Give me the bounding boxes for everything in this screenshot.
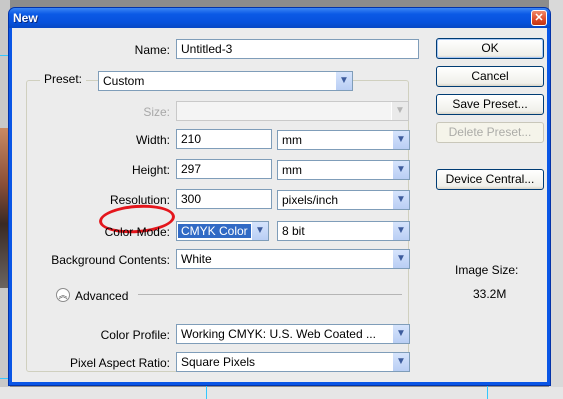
chevron-down-icon: ▼ — [392, 353, 409, 371]
close-button[interactable]: ✕ — [531, 10, 547, 26]
height-unit-value: mm — [282, 163, 302, 177]
width-unit-select[interactable]: mm ▼ — [277, 130, 410, 150]
color-mode-select[interactable]: CMYK Color ▼ — [176, 221, 269, 241]
width-unit-value: mm — [282, 133, 302, 147]
preset-label: Preset: — [40, 72, 87, 86]
bit-depth-value: 8 bit — [282, 224, 305, 238]
resolution-unit-select[interactable]: pixels/inch ▼ — [277, 190, 410, 210]
color-mode-label: Color Mode: — [104, 225, 170, 239]
size-label: Size: — [143, 105, 170, 119]
chevron-down-icon: ▼ — [251, 222, 268, 240]
new-document-dialog: New ✕ Name: Untitled-3 Preset: Custom ▼ … — [9, 8, 550, 385]
preset-select[interactable]: Custom ▼ — [98, 71, 353, 91]
color-profile-label: Color Profile: — [100, 328, 170, 342]
color-profile-select[interactable]: Working CMYK: U.S. Web Coated ... ▼ — [176, 324, 410, 344]
dialog-titlebar[interactable]: New ✕ — [9, 8, 550, 28]
height-input[interactable]: 297 — [176, 159, 272, 179]
delete-preset-button: Delete Preset... — [436, 122, 544, 143]
background-contents-select[interactable]: White ▼ — [176, 249, 410, 269]
color-profile-value: Working CMYK: U.S. Web Coated ... — [181, 327, 376, 341]
width-input[interactable]: 210 — [176, 129, 272, 149]
chevron-down-icon: ▼ — [392, 250, 409, 268]
height-label: Height: — [131, 163, 170, 177]
cancel-button[interactable]: Cancel — [436, 66, 544, 87]
image-size-label: Image Size: — [455, 263, 519, 277]
resolution-unit-value: pixels/inch — [282, 193, 339, 207]
guide-line — [206, 385, 207, 399]
name-input[interactable]: Untitled-3 — [176, 39, 419, 59]
chevron-down-icon: ▼ — [392, 325, 409, 343]
background-contents-value: White — [181, 252, 212, 266]
advanced-divider — [138, 294, 402, 295]
chevron-down-icon: ▼ — [392, 222, 409, 240]
chevron-down-icon: ▼ — [392, 131, 409, 149]
dialog-body: Name: Untitled-3 Preset: Custom ▼ Size: … — [12, 28, 547, 382]
chevron-down-icon: ▼ — [392, 191, 409, 209]
bit-depth-select[interactable]: 8 bit ▼ — [277, 221, 410, 241]
double-chevron-up-icon[interactable]: ︽ — [56, 288, 70, 302]
chevron-down-icon: ▼ — [392, 161, 409, 179]
background-bottom-strip — [0, 387, 563, 399]
pixel-aspect-ratio-select[interactable]: Square Pixels ▼ — [176, 352, 410, 372]
save-preset-button[interactable]: Save Preset... — [436, 94, 544, 115]
ok-button[interactable]: OK — [436, 38, 544, 59]
background-right-strip — [549, 0, 563, 399]
pixel-aspect-ratio-value: Square Pixels — [181, 355, 256, 369]
background-contents-label: Background Contents: — [51, 253, 170, 267]
width-label: Width: — [135, 133, 170, 147]
size-select: ▼ — [176, 101, 409, 121]
color-mode-value: CMYK Color — [177, 223, 252, 239]
name-label: Name: — [134, 43, 170, 57]
chevron-down-icon: ▼ — [335, 72, 352, 90]
chevron-down-icon: ▼ — [391, 102, 408, 120]
image-size-value: 33.2M — [473, 287, 507, 301]
pixel-aspect-ratio-label: Pixel Aspect Ratio: — [69, 356, 170, 370]
resolution-input[interactable]: 300 — [176, 189, 272, 209]
height-unit-select[interactable]: mm ▼ — [277, 160, 410, 180]
preset-value: Custom — [103, 74, 145, 88]
device-central-button[interactable]: Device Central... — [436, 169, 544, 190]
close-icon: ✕ — [534, 12, 544, 24]
guide-line — [487, 385, 488, 399]
dialog-title: New — [13, 11, 38, 25]
advanced-label[interactable]: Advanced — [75, 289, 128, 303]
